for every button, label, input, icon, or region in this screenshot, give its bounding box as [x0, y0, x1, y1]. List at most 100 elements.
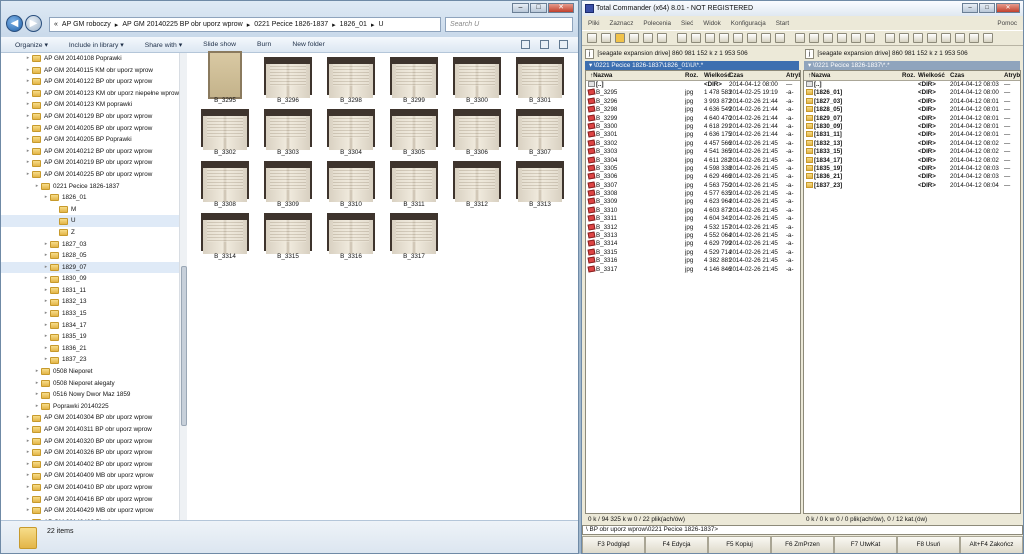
minimize-button[interactable]: –	[512, 3, 529, 13]
file-row[interactable]: B_3303 jpg 4 541 365 2014-02-26 21:45 -a-	[586, 147, 800, 156]
toolbar-button-icon[interactable]	[677, 33, 687, 43]
toolbar-button-icon[interactable]	[587, 33, 597, 43]
file-row[interactable]: B_3309 jpg 4 623 964 2014-02-26 21:45 -a-	[586, 197, 800, 206]
tree-item[interactable]: M	[1, 204, 186, 216]
expand-arrow-icon[interactable]: ▸	[42, 192, 50, 204]
thumbnail-item[interactable]: B_3311	[388, 161, 440, 213]
toolbar-button-icon[interactable]	[899, 33, 909, 43]
help-icon[interactable]	[559, 40, 568, 49]
thumbnail-item[interactable]: B_3308	[199, 161, 251, 213]
left-path[interactable]: ▾ \0221 Pecice 1826-1837\1826_01\U\*.*	[585, 61, 799, 70]
expand-arrow-icon[interactable]: ▸	[42, 262, 50, 274]
right-path[interactable]: ▾ \0221 Pecice 1826-1837\*.*	[804, 61, 1020, 70]
tree-item[interactable]: U	[1, 215, 186, 227]
expand-arrow-icon[interactable]: ▸	[24, 412, 32, 424]
file-row[interactable]: [1829_07] <DIR> 2014-04-12 08:01 —	[804, 114, 1020, 123]
toolbar-button-icon[interactable]	[601, 33, 611, 43]
thumbnail-item[interactable]: B_3304	[325, 109, 377, 161]
expand-arrow-icon[interactable]: ▸	[42, 354, 50, 366]
file-row[interactable]: [1834_17] <DIR> 2014-04-12 08:02 —	[804, 156, 1020, 165]
function-key-button[interactable]: F5 Kopiuj	[708, 536, 771, 553]
expand-arrow-icon[interactable]: ▸	[42, 331, 50, 343]
function-key-button[interactable]: F7 UtwKat	[834, 536, 897, 553]
menu-item[interactable]: Widok	[703, 20, 721, 27]
toolbar-item[interactable]: New folder	[292, 41, 325, 48]
toolbar-button-icon[interactable]	[823, 33, 833, 43]
tree-scrollbar[interactable]	[179, 53, 187, 520]
preview-pane-icon[interactable]	[540, 40, 549, 49]
expand-arrow-icon[interactable]: ▸	[24, 123, 32, 135]
toolbar-button-icon[interactable]	[761, 33, 771, 43]
toolbar-button-icon[interactable]	[615, 33, 625, 43]
tree-item[interactable]: ▸ 0221 Pecice 1826-1837	[1, 181, 186, 193]
column-date[interactable]: Czas	[729, 72, 743, 79]
expand-arrow-icon[interactable]: ▸	[24, 459, 32, 471]
toolbar-button-icon[interactable]	[719, 33, 729, 43]
tree-item[interactable]: ▸ 1833_15	[1, 308, 186, 320]
thumbnail-item[interactable]: B_3298	[325, 57, 377, 109]
expand-arrow-icon[interactable]: ▸	[24, 99, 32, 111]
toolbar-button-icon[interactable]	[809, 33, 819, 43]
expand-arrow-icon[interactable]: ▸	[33, 181, 41, 193]
expand-arrow-icon[interactable]: ▸	[24, 146, 32, 158]
toolbar-button-icon[interactable]	[747, 33, 757, 43]
tree-item[interactable]: ▸ AP GM 20140212 BP obr uporz wprow	[1, 146, 186, 158]
tree-item[interactable]: ▸ AP GM 20140402 BP obr uporz wprow	[1, 459, 186, 471]
toolbar-button-icon[interactable]	[705, 33, 715, 43]
file-row[interactable]: [1836_21] <DIR> 2014-04-12 08:03 —	[804, 173, 1020, 181]
tree-item[interactable]: ▸ AP GM 20140304 BP obr uporz wprow	[1, 412, 186, 424]
file-row[interactable]: [1827_03] <DIR> 2014-04-12 08:01 —	[804, 97, 1020, 106]
maximize-button[interactable]: □	[530, 3, 547, 13]
file-row[interactable]: B_3299 jpg 4 640 470 2014-02-26 21:44 -a-	[586, 114, 800, 123]
file-row[interactable]: B_3296 jpg 3 993 872 2014-02-26 21:44 -a-	[586, 97, 800, 106]
file-row[interactable]: B_3313 jpg 4 552 064 2014-02-26 21:45 -a-	[586, 231, 800, 240]
toolbar-item[interactable]: Burn	[257, 41, 271, 48]
breadcrumb-item[interactable]: AP GM roboczy	[62, 21, 111, 28]
thumbnail-item[interactable]: B_3305	[388, 109, 440, 161]
tree-item[interactable]: ▸ 1830_09	[1, 273, 186, 285]
expand-arrow-icon[interactable]: ▸	[33, 378, 41, 390]
file-row[interactable]: B_3295 jpg 1 478 583 2014-02-25 19:19 -a-	[586, 88, 800, 97]
column-ext[interactable]: Roz.	[902, 72, 915, 79]
thumbnail-item[interactable]: B_3296	[262, 57, 314, 109]
thumbnail-item[interactable]: B_3312	[451, 161, 503, 213]
toolbar-button-icon[interactable]	[837, 33, 847, 43]
file-row[interactable]: B_3307 jpg 4 563 750 2014-02-26 21:45 -a-	[586, 181, 800, 190]
thumbnail-item[interactable]: B_3300	[451, 57, 503, 109]
menu-item[interactable]: Sieć	[681, 20, 693, 27]
tree-item[interactable]: ▸ AP GM 20140219 BP obr uporz wprow	[1, 157, 186, 169]
minimize-button[interactable]: –	[962, 3, 978, 13]
file-row[interactable]: B_3317 jpg 4 146 846 2014-02-26 21:45 -a-	[586, 265, 800, 274]
column-attr[interactable]: Atryb	[786, 72, 800, 79]
tree-item[interactable]: ▸ 1827_03	[1, 239, 186, 251]
expand-arrow-icon[interactable]: ▸	[33, 366, 41, 378]
tree-item[interactable]: ▸ AP GM 20140123 KM obr uporz niepełne wp…	[1, 88, 186, 100]
tree-item[interactable]: ▸ 0516 Nowy Dwor Maz 1859	[1, 389, 186, 401]
tree-item[interactable]: ▸ AP GM 20140326 BP obr uporz wprow	[1, 447, 186, 459]
toolbar-item[interactable]: Share with ▾	[145, 41, 182, 49]
menu-item[interactable]: Pliki	[588, 20, 600, 27]
tree-item[interactable]: ▸ 1831_11	[1, 285, 186, 297]
file-row[interactable]: [1832_13] <DIR> 2014-04-12 08:02 —	[804, 139, 1020, 148]
breadcrumb-item[interactable]: AP GM 20140225 BP obr uporz wprow	[122, 21, 242, 28]
tree-item[interactable]: ▸ 1832_13	[1, 296, 186, 308]
column-ext[interactable]: Roz.	[685, 72, 698, 79]
toolbar-button-icon[interactable]	[885, 33, 895, 43]
expand-arrow-icon[interactable]: ▸	[24, 53, 32, 65]
tree-item[interactable]: ▸ Poprawki 20140225	[1, 401, 186, 413]
file-row[interactable]: B_3298 jpg 4 636 549 2014-02-26 21:44 -a-	[586, 105, 800, 114]
right-drive-select[interactable]: j	[805, 48, 815, 59]
function-key-button[interactable]: F4 Edycja	[645, 536, 708, 553]
expand-arrow-icon[interactable]: ▸	[24, 76, 32, 88]
expand-arrow-icon[interactable]: ▸	[42, 239, 50, 251]
file-row[interactable]: B_3304 jpg 4 611 282 2014-02-26 21:45 -a-	[586, 155, 800, 165]
breadcrumb-item[interactable]: U	[378, 21, 383, 28]
thumbnail-item[interactable]: B_3316	[325, 213, 377, 265]
expand-arrow-icon[interactable]: ▸	[42, 285, 50, 297]
tree-item[interactable]: ▸ 1834_17	[1, 320, 186, 332]
expand-arrow-icon[interactable]: ▸	[42, 308, 50, 320]
expand-arrow-icon[interactable]: ▸	[24, 111, 32, 123]
left-drive-select[interactable]: j	[585, 48, 595, 59]
tree-item[interactable]: ▸ AP GM 20140416 BP obr uporz wprow	[1, 494, 186, 506]
tree-item[interactable]: ▸ 1829_07	[1, 261, 186, 274]
